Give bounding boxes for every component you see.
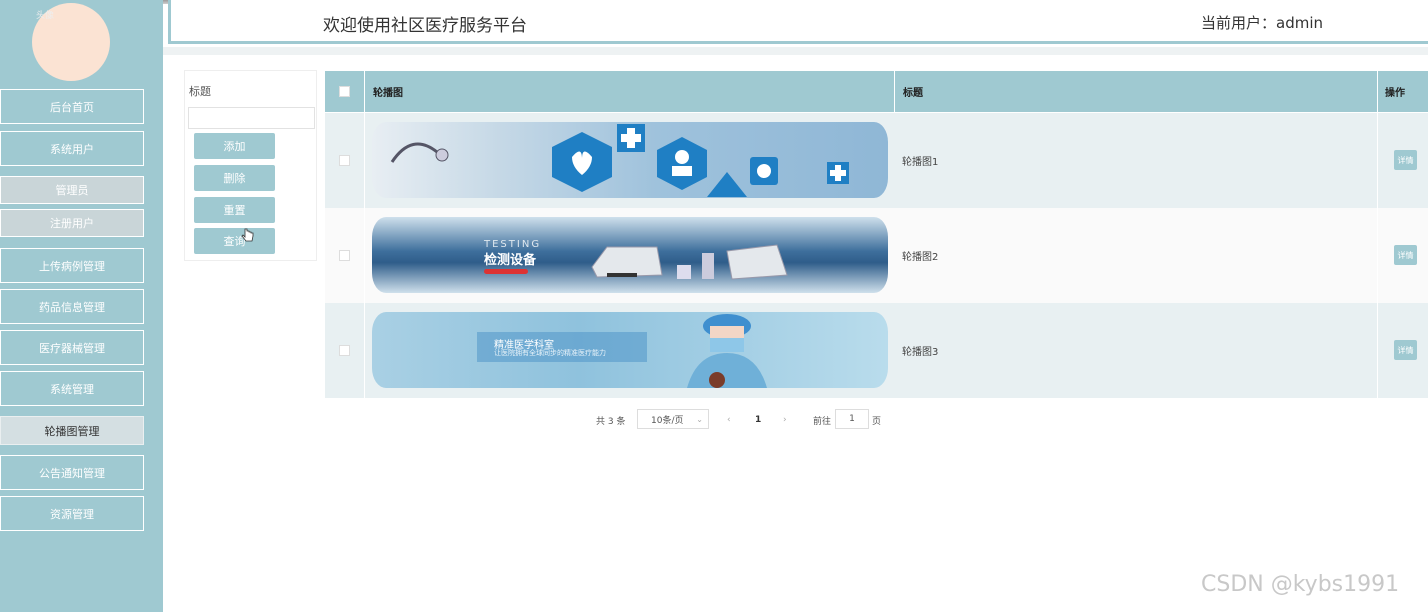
sidebar-item-admin[interactable]: 管理员 — [0, 176, 144, 204]
delete-button[interactable]: 删除 — [194, 165, 275, 191]
query-button[interactable]: 查询 — [194, 228, 275, 254]
carousel-image: 精准医学科室 让医院拥有全球同步的精准医疗能力 — [372, 312, 888, 388]
chevron-down-icon: ⌄ — [696, 414, 703, 424]
sidebar-item-notice[interactable]: 公告通知管理 — [0, 455, 144, 490]
page-size-value: 10条/页 — [651, 415, 684, 426]
search-title-input[interactable] — [188, 107, 315, 129]
row-checkbox[interactable] — [339, 345, 350, 356]
sidebar-item-carousel[interactable]: 轮播图管理 — [0, 416, 144, 445]
sidebar-item-resources[interactable]: 资源管理 — [0, 496, 144, 531]
prev-page-icon[interactable]: ‹ — [727, 410, 731, 430]
column-header-action: 操作 — [1385, 88, 1405, 99]
goto-suffix: 页 — [872, 416, 882, 427]
goto-page-input[interactable]: 1 — [835, 409, 869, 429]
row-title: 轮播图1 — [895, 113, 1378, 208]
avatar-alt-text: 头像 — [36, 11, 55, 21]
current-user: 当前用户：admin — [1201, 14, 1324, 32]
detail-button[interactable]: 详情 — [1394, 340, 1417, 360]
table-row: 精准医学科室 让医院拥有全球同步的精准医疗能力 轮播图3 详情 — [325, 303, 1428, 398]
pagination-total: 共 3 条 — [596, 416, 626, 427]
detail-button[interactable]: 详情 — [1394, 150, 1417, 170]
table-header: 轮播图 标题 操作 — [325, 71, 1428, 112]
select-all-checkbox[interactable] — [339, 86, 350, 97]
select-all-cell — [325, 71, 365, 112]
sidebar-item-registered-users[interactable]: 注册用户 — [0, 209, 144, 237]
hand-cursor-icon — [241, 228, 254, 242]
page-number-current[interactable]: 1 — [755, 410, 761, 430]
detail-button[interactable]: 详情 — [1394, 245, 1417, 265]
banner-red-badge — [484, 269, 528, 274]
lab-equipment-image — [591, 244, 788, 280]
sidebar-item-case-upload[interactable]: 上传病例管理 — [0, 248, 144, 283]
content-divider — [163, 47, 1428, 55]
page-size-select[interactable]: 10条/页 ⌄ — [637, 409, 709, 429]
watermark: CSDN @kybs1991 — [1201, 572, 1400, 597]
table-row: 轮播图1 详情 — [325, 113, 1428, 208]
row-checkbox[interactable] — [339, 155, 350, 166]
next-page-icon[interactable]: › — [783, 410, 787, 430]
sidebar-item-medicine[interactable]: 药品信息管理 — [0, 289, 144, 324]
doctor-image — [687, 314, 767, 388]
banner-subtext: 让医院拥有全球同步的精准医疗能力 — [494, 349, 606, 357]
sidebar-item-system-users[interactable]: 系统用户 — [0, 131, 144, 166]
add-button[interactable]: 添加 — [194, 133, 275, 159]
goto-label: 前往 — [813, 416, 832, 427]
search-panel: 标题 添加 删除 重置 查询 — [184, 70, 317, 261]
row-checkbox[interactable] — [339, 250, 350, 261]
search-title-label: 标题 — [189, 85, 211, 98]
carousel-image: TESTING 检测设备 — [372, 217, 888, 293]
page-title: 欢迎使用社区医疗服务平台 — [323, 16, 527, 36]
row-title: 轮播图2 — [895, 208, 1378, 303]
sidebar-item-home[interactable]: 后台首页 — [0, 89, 144, 124]
column-header-title: 标题 — [895, 71, 1378, 112]
column-header-image: 轮播图 — [365, 71, 895, 112]
medical-icons-image — [390, 124, 849, 197]
carousel-image — [372, 122, 888, 198]
table-row: TESTING 检测设备 轮播图2 详情 — [325, 208, 1428, 303]
sidebar-item-system[interactable]: 系统管理 — [0, 371, 144, 406]
reset-button[interactable]: 重置 — [194, 197, 275, 223]
sidebar-item-devices[interactable]: 医疗器械管理 — [0, 330, 144, 365]
banner-text: 检测设备 — [484, 253, 537, 268]
row-title: 轮播图3 — [895, 303, 1378, 398]
sidebar: 头像 后台首页 系统用户 管理员 注册用户 上传病例管理 药品信息管理 医疗器械… — [0, 0, 163, 612]
